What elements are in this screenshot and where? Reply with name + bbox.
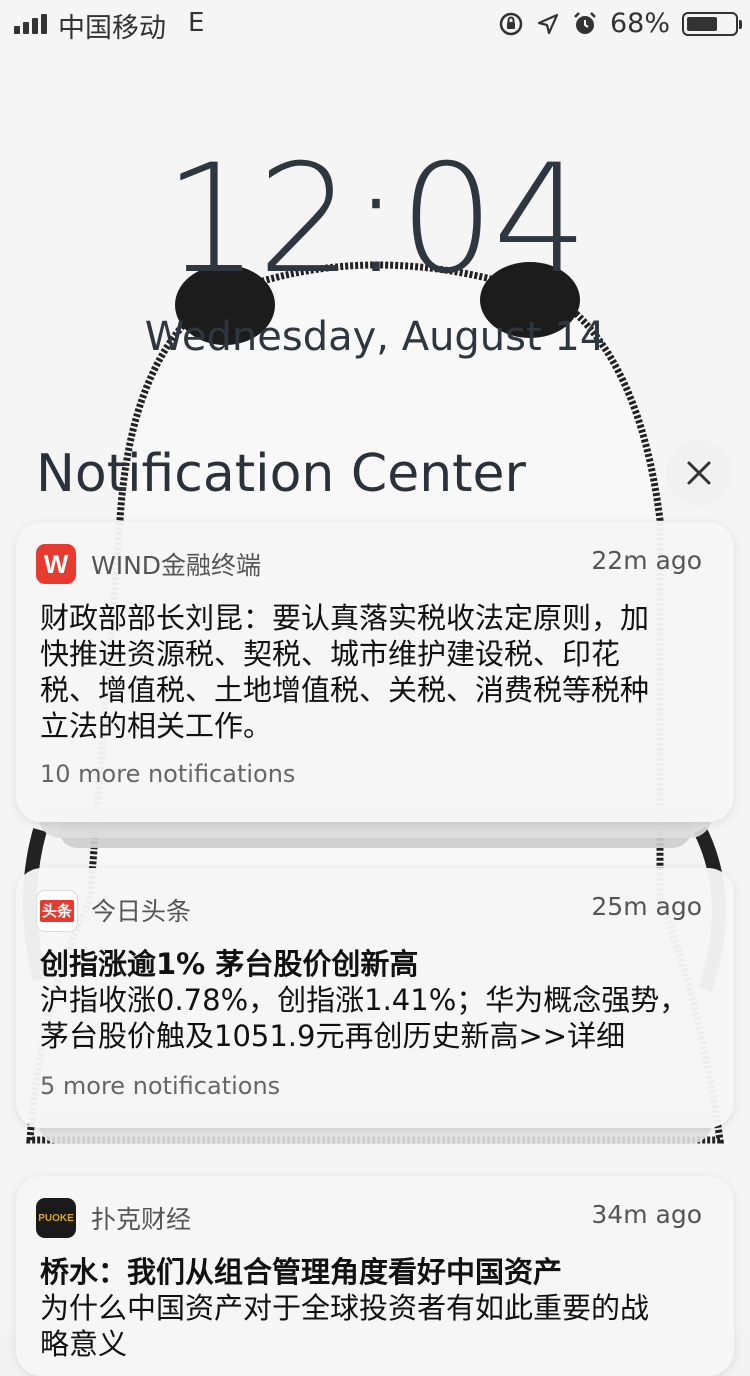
- notification-time: 25m ago: [591, 892, 702, 921]
- app-name: WIND金融终端: [91, 551, 262, 580]
- clear-notifications-button[interactable]: [666, 440, 732, 506]
- more-notifications-label[interactable]: 5 more notifications: [40, 1072, 280, 1100]
- notification-puoke[interactable]: PUOKE 扑克财经 34m ago 桥水：我们从组合管理角度看好中国资产 为什…: [16, 1176, 734, 1376]
- orientation-lock-icon: [499, 12, 523, 35]
- lock-screen-time: 12:04: [163, 133, 588, 307]
- notification-body: 桥水：我们从组合管理角度看好中国资产 为什么中国资产对于全球投资者有如此重要的战…: [40, 1254, 704, 1362]
- app-name: 今日头条: [91, 897, 192, 926]
- wind-app-icon: W: [36, 544, 76, 584]
- puoke-app-icon: PUOKE: [36, 1198, 76, 1238]
- close-icon: [687, 461, 711, 485]
- carrier-label: 中国移动: [58, 13, 166, 44]
- notification-toutiao[interactable]: 头条 今日头条 25m ago 创指涨逾1% 茅台股价创新高 沪指收涨0.78%…: [16, 868, 734, 1128]
- body-line: 茅台股价触及1051.9元再创历史新高>>详细: [40, 1019, 626, 1053]
- battery-fill: [687, 16, 717, 31]
- body-line: 沪指收涨0.78%，创指涨1.41%；华为概念强势，: [40, 983, 689, 1017]
- toutiao-app-icon: 头条: [36, 890, 78, 932]
- notification-body: 创指涨逾1% 茅台股价创新高 沪指收涨0.78%，创指涨1.41%；华为概念强势…: [40, 946, 704, 1054]
- body-line: 快推进资源税、契税、城市维护建设税、印花: [40, 637, 621, 671]
- body-line: 财政部部长刘昆：要认真落实税收法定原则，加: [40, 601, 650, 635]
- body-line: 为什么中国资产对于全球投资者有如此重要的战: [40, 1291, 650, 1325]
- status-right-group: 68%: [498, 8, 742, 39]
- notification-center-title: Notification Center: [36, 444, 526, 504]
- notification-time: 22m ago: [591, 546, 702, 575]
- notification-time: 34m ago: [591, 1200, 702, 1229]
- notification-title: 桥水：我们从组合管理角度看好中国资产: [40, 1255, 563, 1289]
- body-line: 立法的相关工作。: [40, 709, 273, 743]
- battery-icon: [682, 11, 742, 36]
- lock-screen-date: Wednesday, August 14: [144, 314, 606, 360]
- location-arrow-icon: [537, 13, 559, 34]
- body-line: 略意义: [40, 1327, 128, 1361]
- network-type-label: E: [188, 8, 205, 38]
- signal-strength-icon: [14, 14, 47, 34]
- app-name: 扑克财经: [91, 1205, 192, 1234]
- status-bar: 中国移动 E 68%: [0, 0, 750, 50]
- battery-percentage: 68%: [609, 8, 670, 39]
- alarm-clock-icon: [574, 11, 596, 34]
- notification-body: 财政部部长刘昆：要认真落实税收法定原则，加 快推进资源税、契税、城市维护建设税、…: [40, 600, 704, 744]
- notification-wind[interactable]: W WIND金融终端 22m ago 财政部部长刘昆：要认真落实税收法定原则，加…: [16, 522, 734, 822]
- more-notifications-label[interactable]: 10 more notifications: [40, 760, 295, 788]
- body-line: 税、增值税、土地增值税、关税、消费税等税种: [40, 673, 650, 707]
- notification-title: 创指涨逾1% 茅台股价创新高: [40, 947, 419, 981]
